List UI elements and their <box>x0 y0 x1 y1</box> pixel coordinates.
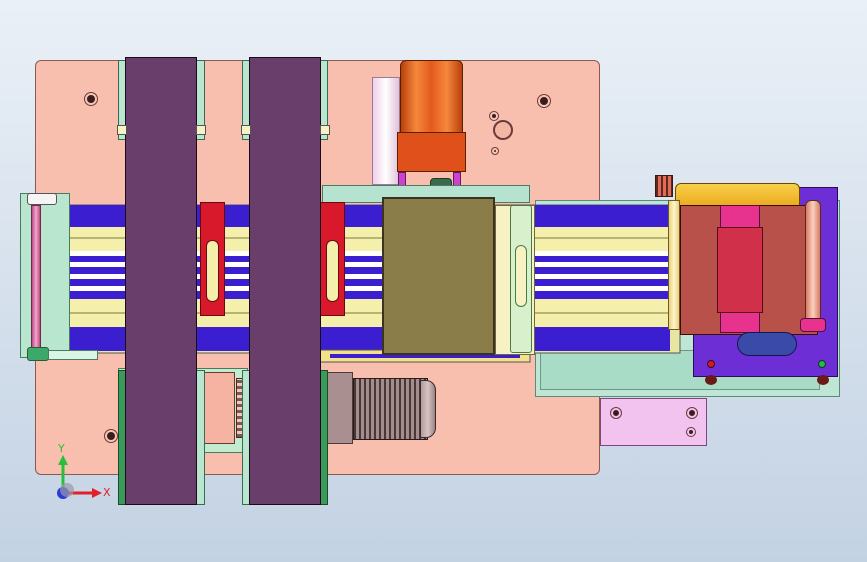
cutter-blade <box>717 227 763 313</box>
cylinder-head <box>397 132 466 172</box>
feed-roller <box>668 200 680 330</box>
indicator-light-green <box>818 360 826 368</box>
press-cover <box>382 197 495 355</box>
axis-x-label: X <box>103 486 111 499</box>
belt-clip <box>117 125 127 135</box>
motor-end-cap <box>420 380 436 438</box>
cylinder-bracket <box>372 77 400 185</box>
right-end-roller-cap <box>800 318 826 332</box>
belt-clip <box>196 125 206 135</box>
indicator-light-red <box>707 360 715 368</box>
left-end-frame <box>20 193 70 358</box>
belt-clip <box>241 125 251 135</box>
red-clamp-slot <box>326 240 339 302</box>
right-end-roller <box>805 200 821 330</box>
cylinder-body <box>400 60 463 135</box>
left-end-roller <box>31 205 41 355</box>
vertical-belt-right <box>249 57 321 505</box>
left-end-cap <box>27 193 57 205</box>
axis-y-label: Y <box>58 442 65 455</box>
motor-body <box>353 378 428 440</box>
vertical-belt-left <box>125 57 197 505</box>
drive-wheel <box>737 332 797 356</box>
pulley <box>655 175 673 197</box>
slot <box>515 245 527 307</box>
foot <box>817 375 829 385</box>
belt-clip <box>320 125 330 135</box>
red-clamp-slot <box>206 240 219 302</box>
gearbox <box>200 372 235 444</box>
foot <box>705 375 717 385</box>
left-end-guide <box>48 350 98 360</box>
left-end-cap <box>27 347 49 361</box>
